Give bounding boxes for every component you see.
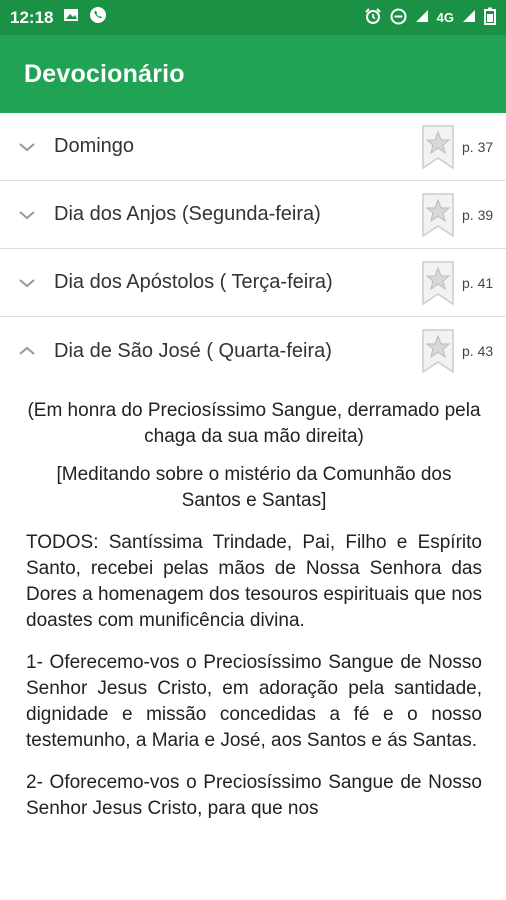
list-item-label: Dia dos Anjos (Segunda-feira) [54,203,321,225]
chevron-down-icon[interactable] [0,209,54,221]
signal-icon [415,9,429,26]
prayer-paragraph: 1- Oferecemo-vos o Preciosíssimo Sangue … [26,652,482,751]
battery-icon [484,7,496,28]
prayer-paragraph: TODOS: Santíssima Trindade, Pai, Filho e… [26,532,482,631]
network-type: 4G [436,10,454,25]
page-number: p. 39 [462,206,494,223]
list-item-label: Domingo [54,135,135,157]
bookmark-star-icon[interactable] [418,326,458,376]
image-notification-icon [63,7,79,28]
prayer-paragraph: 2- Oforecemo-vos o Preciosíssimo Sangue … [26,772,482,819]
bookmark-star-icon[interactable] [418,122,458,172]
page-number: p. 41 [462,274,494,291]
app-title: Devocionário [24,59,185,88]
list-item-label: Dia dos Apóstolos ( Terça-feira) [54,271,333,293]
devotion-content: (Em honra do Preciosíssimo Sangue, derra… [26,398,482,838]
chevron-down-icon[interactable] [0,141,54,153]
bookmark-star-icon[interactable] [418,258,458,308]
app-bar: Devocionário [0,35,506,113]
list-item[interactable]: Dia dos Apóstolos ( Terça-feira) p. 41 [0,249,506,317]
list-item[interactable]: Domingo p. 37 [0,113,506,181]
devotion-list: Domingo p. 37 Dia dos Anjos (Segunda-fei… [0,113,506,385]
whatsapp-notification-icon [89,6,107,29]
page-number: p. 43 [462,343,494,359]
signal-icon-2 [462,9,476,26]
bookmark-star-icon[interactable] [418,190,458,240]
meditation-text: [Meditando sobre o mistério da Comunhão … [56,464,452,511]
do-not-disturb-icon [390,8,407,28]
page-number: p. 37 [462,138,494,155]
chevron-up-icon[interactable] [0,345,54,357]
status-time: 12:18 [10,7,54,27]
list-item[interactable]: Dia dos Anjos (Segunda-feira) p. 39 [0,181,506,249]
intro-text: (Em honra do Preciosíssimo Sangue, derra… [27,400,481,447]
list-item-expanded[interactable]: Dia de São José ( Quarta-feira) p. 43 [0,317,506,385]
status-bar: 12:18 4G [0,0,506,35]
list-item-label: Dia de São José ( Quarta-feira) [54,339,332,362]
alarm-icon [364,7,382,28]
chevron-down-icon[interactable] [0,277,54,289]
